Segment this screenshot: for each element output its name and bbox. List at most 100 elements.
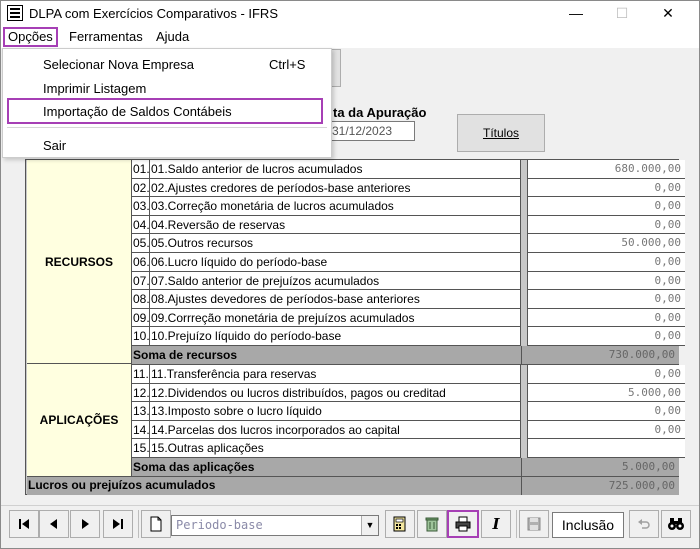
search-button[interactable] (661, 510, 691, 538)
menu-bar: Opções Ferramentas Ajuda (1, 26, 699, 48)
row-description: 04.Reversão de reservas (150, 215, 521, 235)
table-row[interactable]: 15. 15.Outras aplicações (132, 439, 685, 458)
row-value-field[interactable]: 0,00 (527, 215, 685, 235)
row-value-field[interactable]: 0,00 (527, 402, 685, 421)
minimize-button[interactable]: — (553, 1, 599, 26)
row-description: 08.Ajustes devedores de períodos-base an… (150, 290, 521, 309)
column-divider (521, 346, 522, 364)
table-row[interactable]: 14. 14.Parcelas dos lucros incorporados a… (132, 420, 685, 440)
row-description: 02.Ajustes credores de períodos-base ant… (150, 178, 521, 198)
periodo-combo[interactable]: Periodo-base ▼ (171, 515, 379, 536)
menu-item-selecionar-empresa[interactable]: Selecionar Nova Empresa (43, 57, 194, 72)
table-row[interactable]: 08. 08.Ajustes devedores de períodos-base… (132, 290, 685, 309)
row-value-field[interactable]: 50.000,00 (527, 234, 685, 253)
row-number: 05. (132, 234, 150, 253)
menu-ferramentas[interactable]: Ferramentas (66, 27, 146, 47)
italic-icon: I (492, 515, 500, 533)
chevron-down-icon[interactable]: ▼ (361, 516, 378, 535)
table-row[interactable]: 05. 05.Outros recursos 50.000,00 (132, 234, 685, 253)
row-value-field[interactable]: 0,00 (527, 420, 685, 440)
row-description: 11.Transferência para reservas (150, 365, 521, 384)
maximize-button[interactable]: ☐ (599, 1, 645, 26)
row-value-field[interactable]: 0,00 (527, 308, 685, 328)
last-record-button[interactable] (103, 510, 133, 538)
binoculars-icon (668, 518, 684, 530)
row-value-field[interactable]: 0,00 (527, 290, 685, 309)
menu-ajuda[interactable]: Ajuda (153, 27, 192, 47)
table-row[interactable]: 01. 01.Saldo anterior de lucros acumulado… (132, 160, 685, 179)
opcoes-dropdown: Selecionar Nova Empresa Ctrl+S Imprimir … (2, 48, 332, 158)
row-value-field[interactable]: 0,00 (527, 253, 685, 272)
next-record-button[interactable] (70, 510, 100, 538)
soma-aplicacoes-row: Soma das aplicações 5.000,00 (132, 458, 679, 477)
new-document-icon (150, 516, 162, 532)
titulos-button[interactable]: Títulos (457, 114, 545, 152)
column-divider (521, 477, 522, 495)
first-record-button[interactable] (9, 510, 39, 538)
row-number: 02. (132, 178, 150, 198)
delete-button[interactable] (417, 510, 447, 538)
data-apuracao-field[interactable]: 31/12/2023 (323, 121, 415, 141)
calculator-icon (393, 516, 406, 532)
table-row[interactable]: 07. 07.Saldo anterior de prejuízos acumul… (132, 271, 685, 291)
calculate-button[interactable] (385, 510, 415, 538)
section-aplicacoes: APLICAÇÕES (27, 364, 132, 476)
row-number: 09. (132, 308, 150, 328)
row-number: 15. (132, 439, 150, 458)
table-row[interactable]: 12. 12.Dividendos ou lucros distribuídos,… (132, 383, 685, 403)
table-row[interactable]: 02. 02.Ajustes credores de períodos-base … (132, 178, 685, 198)
row-value-field[interactable]: 5.000,00 (527, 383, 685, 403)
table-row[interactable]: 03. 03.Correção monetária de lucros acumu… (132, 197, 685, 216)
toolbar-separator (516, 510, 517, 538)
title-bar: DLPA com Exercícios Comparativos - IFRS … (1, 1, 699, 26)
shortcut-ctrl-s: Ctrl+S (269, 57, 306, 72)
row-number: 13. (132, 402, 150, 421)
row-number: 01. (132, 160, 150, 179)
column-divider (521, 458, 522, 476)
trash-icon (425, 517, 439, 532)
prev-record-button[interactable] (39, 510, 69, 538)
window-title: DLPA com Exercícios Comparativos - IFRS (29, 6, 278, 21)
menu-item-imprimir-listagem[interactable]: Imprimir Listagem (43, 81, 146, 96)
table-row[interactable]: 04. 04.Reversão de reservas 0,00 (132, 215, 685, 235)
table-row[interactable]: 11. 11.Transferência para reservas 0,00 (132, 365, 685, 384)
menu-item-sair[interactable]: Sair (43, 138, 66, 153)
row-value-field[interactable]: 0,00 (527, 178, 685, 198)
menu-item-importacao-saldos[interactable]: Importação de Saldos Contábeis (43, 104, 232, 119)
soma-recursos-value: 730.000,00 (608, 348, 675, 361)
soma-recursos-row: Soma de recursos 730.000,00 (132, 346, 679, 365)
lucros-acumulados-row: Lucros ou prejuízos acumulados 725.000,0… (27, 476, 679, 495)
row-value-field[interactable]: 680.000,00 (527, 160, 685, 179)
row-value-field[interactable]: 0,00 (527, 271, 685, 291)
row-value-field[interactable]: 0,00 (527, 197, 685, 216)
row-description: 13.Imposto sobre o lucro líquido (150, 402, 521, 421)
table-row[interactable]: 09. 09.Corrreção monetária de prejuízos a… (132, 308, 685, 328)
row-description: 01.Saldo anterior de lucros acumulados (150, 160, 521, 179)
close-button[interactable]: ✕ (645, 1, 691, 26)
save-button[interactable] (519, 510, 549, 538)
print-button[interactable] (447, 510, 479, 538)
new-document-button[interactable] (141, 510, 171, 538)
row-description: 07.Saldo anterior de prejuízos acumulado… (150, 271, 521, 291)
toolbar-separator (138, 510, 139, 538)
table-row[interactable]: 13. 13.Imposto sobre o lucro líquido 0,00 (132, 402, 685, 421)
row-value-field[interactable]: 0,00 (527, 365, 685, 384)
row-description: 12.Dividendos ou lucros distribuídos, pa… (150, 383, 521, 403)
next-icon (82, 519, 89, 529)
lucros-acumulados-value: 725.000,00 (608, 479, 675, 492)
dlpa-grid: RECURSOS APLICAÇÕES 01. 01.Saldo anterior… (25, 159, 685, 495)
table-row[interactable]: 10. 10.Prejuízo líquido do período-base 0,… (132, 327, 685, 346)
row-description: 10.Prejuízo líquido do período-base (150, 327, 521, 346)
undo-button[interactable] (629, 510, 659, 538)
row-number: 14. (132, 420, 150, 440)
italic-button[interactable]: I (481, 510, 511, 538)
app-icon (7, 5, 23, 21)
row-description: 03.Correção monetária de lucros acumulad… (150, 197, 521, 216)
row-value-field[interactable]: 0,00 (527, 327, 685, 346)
menu-opcoes[interactable]: Opções (3, 27, 58, 47)
periodo-combo-value: Periodo-base (176, 518, 263, 532)
table-row[interactable]: 06. 06.Lucro líquido do período-base 0,00 (132, 253, 685, 272)
row-value-field[interactable] (527, 439, 685, 458)
row-description: 14.Parcelas dos lucros incorporados ao c… (150, 420, 521, 440)
mode-indicator: Inclusão (552, 512, 624, 538)
